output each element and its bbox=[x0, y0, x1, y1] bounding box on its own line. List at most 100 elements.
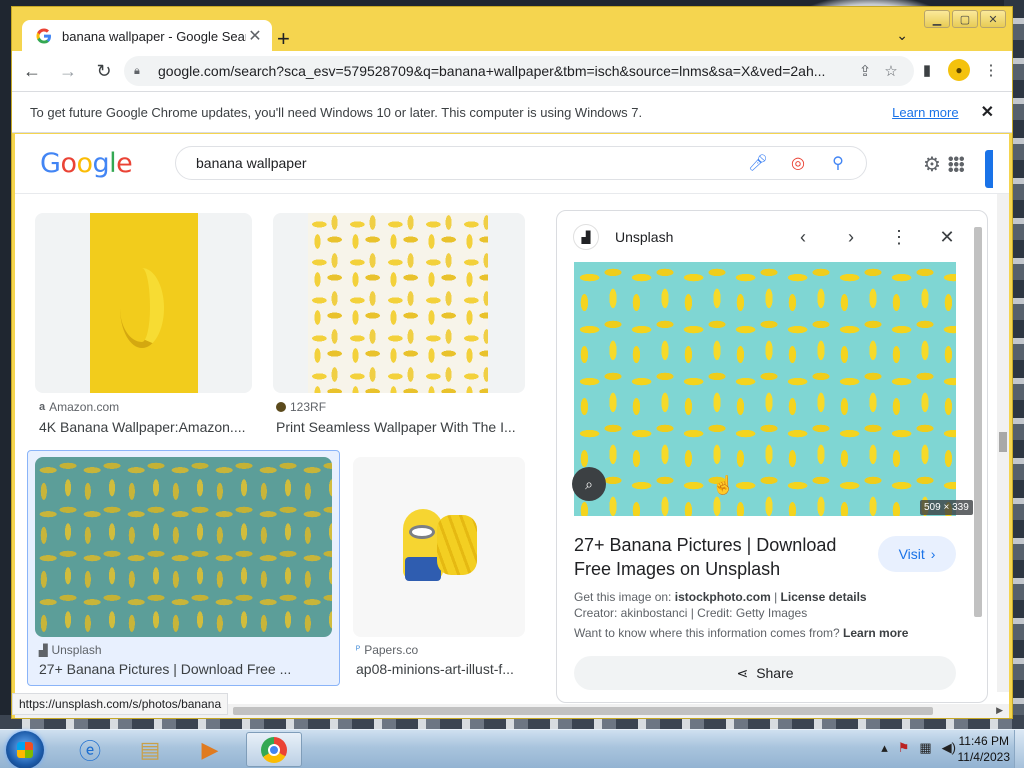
system-tray: ▴ ⚑ ▦ ◀) bbox=[881, 740, 956, 756]
result-thumbnail[interactable] bbox=[35, 457, 332, 637]
back-icon[interactable]: ← bbox=[16, 55, 48, 87]
lock-icon: 🔒︎ bbox=[134, 64, 140, 77]
creator-line: Creator: akinbostanci | Credit: Getty Im… bbox=[574, 606, 808, 620]
infobar-learn-more-link[interactable]: Learn more bbox=[892, 105, 958, 120]
lens-search-icon[interactable]: ◎ bbox=[778, 153, 818, 173]
amazon-icon: a bbox=[39, 401, 46, 413]
license-details-link[interactable]: License details bbox=[781, 590, 867, 604]
media-player-icon[interactable]: ▶ bbox=[182, 732, 238, 767]
settings-gear-icon[interactable]: ⚙ bbox=[923, 152, 941, 177]
menu-kebab-icon[interactable]: ⋮ bbox=[978, 57, 1004, 83]
window-controls: ▁ ▢ ✕ bbox=[924, 10, 1006, 28]
unsplash-icon: ▟ bbox=[39, 644, 48, 657]
papers-co-icon: ᴾ bbox=[356, 644, 361, 656]
internet-explorer-icon[interactable]: ⓔ bbox=[62, 732, 118, 767]
result-source: 123RF bbox=[276, 400, 326, 414]
more-options-icon[interactable]: ⋮ bbox=[875, 227, 923, 248]
panel-source-name[interactable]: Unsplash bbox=[615, 229, 779, 245]
search-icon[interactable]: ⚲ bbox=[818, 153, 858, 173]
clock-time: 11:46 PM bbox=[958, 734, 1009, 748]
start-button[interactable] bbox=[6, 731, 44, 768]
chrome-window: banana wallpaper - Google Searc ✕ + ⌄ ▁ … bbox=[11, 6, 1013, 719]
result-source: ▟ Unsplash bbox=[39, 643, 102, 657]
next-icon[interactable]: › bbox=[827, 227, 875, 248]
previous-icon[interactable]: ‹ bbox=[779, 227, 827, 248]
lens-search-image-icon[interactable]: ⌕ bbox=[572, 467, 606, 501]
address-bar[interactable]: 🔒︎ google.com/search?sca_esv=579528709&q… bbox=[124, 56, 914, 86]
action-center-flag-icon[interactable]: ⚑ bbox=[898, 740, 910, 756]
image-preview-panel: ▟ Unsplash ‹ › ⋮ ✕ 509 × 339 ⌕ ☝ 27+ Ban… bbox=[556, 210, 988, 703]
preview-image[interactable] bbox=[574, 262, 956, 516]
search-box[interactable]: banana wallpaper 🎤︎ ◎ ⚲ bbox=[175, 146, 867, 180]
result-source: ᴾ Papers.co bbox=[356, 643, 419, 657]
volume-icon[interactable]: ◀) bbox=[942, 740, 956, 756]
infobar-message: To get future Google Chrome updates, you… bbox=[30, 104, 643, 120]
logo-letter: o bbox=[60, 148, 77, 179]
page-content: Google banana wallpaper 🎤︎ ◎ ⚲ ⚙ a Amazon… bbox=[15, 134, 1009, 704]
browser-toolbar: ← → ↻ 🔒︎ google.com/search?sca_esv=57952… bbox=[12, 51, 1012, 91]
mouse-cursor-icon: ☝ bbox=[712, 475, 735, 495]
update-infobar: To get future Google Chrome updates, you… bbox=[12, 91, 1012, 133]
result-source: a Amazon.com bbox=[39, 400, 120, 414]
sign-in-button-edge[interactable] bbox=[985, 150, 993, 188]
maximize-icon[interactable]: ▢ bbox=[952, 10, 978, 28]
profile-avatar[interactable]: ● bbox=[948, 59, 970, 81]
tab-title: banana wallpaper - Google Searc bbox=[62, 28, 246, 44]
browser-tab[interactable]: banana wallpaper - Google Searc ✕ bbox=[22, 20, 272, 52]
tab-search-chevron-icon[interactable]: ⌄ bbox=[896, 27, 908, 44]
share-button[interactable]: ⋖ Share bbox=[574, 656, 956, 690]
google-header: Google banana wallpaper 🎤︎ ◎ ⚲ ⚙ bbox=[15, 134, 1009, 194]
tab-close-icon[interactable]: ✕ bbox=[246, 26, 264, 46]
panel-scrollbar[interactable] bbox=[973, 227, 983, 697]
toolbar-right: ▮ ● ⋮ bbox=[914, 57, 1004, 83]
chrome-taskbar-icon[interactable] bbox=[246, 732, 302, 767]
side-panel-icon[interactable]: ▮ bbox=[914, 57, 940, 83]
status-bubble-url: https://unsplash.com/s/photos/banana bbox=[12, 693, 229, 715]
network-icon[interactable]: ▦ bbox=[919, 740, 931, 756]
window-close-icon[interactable]: ✕ bbox=[980, 10, 1006, 28]
minimize-icon[interactable]: ▁ bbox=[924, 10, 950, 28]
result-title[interactable]: 4K Banana Wallpaper:Amazon.... bbox=[39, 419, 261, 435]
panel-title[interactable]: 27+ Banana Pictures | Download Free Imag… bbox=[574, 533, 854, 581]
google-logo[interactable]: Google bbox=[40, 148, 133, 179]
result-title[interactable]: 27+ Banana Pictures | Download Free ... bbox=[39, 661, 299, 677]
result-title[interactable]: ap08-minions-art-illust-f... bbox=[356, 661, 526, 677]
close-panel-icon[interactable]: ✕ bbox=[923, 227, 971, 248]
image-dimensions: 509 × 339 bbox=[920, 500, 973, 515]
file-explorer-icon[interactable]: ▤ bbox=[122, 732, 178, 767]
new-tab-icon[interactable]: + bbox=[277, 26, 290, 52]
learn-more-link[interactable]: Learn more bbox=[843, 626, 908, 640]
result-thumbnail[interactable] bbox=[273, 213, 525, 393]
windows-taskbar: ⓔ ▤ ▶ ▴ ⚑ ▦ ◀) 11:46 PM 11/4/2023 bbox=[0, 729, 1024, 768]
google-favicon-icon bbox=[36, 28, 52, 44]
result-thumbnail[interactable] bbox=[353, 457, 525, 637]
result-title[interactable]: Print Seamless Wallpaper With The I... bbox=[276, 419, 521, 435]
page-scrollbar[interactable] bbox=[997, 194, 1009, 692]
show-desktop-button[interactable] bbox=[1014, 730, 1024, 768]
logo-letter: e bbox=[116, 148, 133, 179]
forward-icon[interactable]: → bbox=[52, 55, 84, 87]
google-apps-icon[interactable] bbox=[948, 156, 964, 172]
get-image-line: Get this image on: istockphoto.com | Lic… bbox=[574, 590, 867, 604]
panel-header: ▟ Unsplash ‹ › ⋮ ✕ bbox=[557, 211, 987, 263]
bookmark-star-icon[interactable]: ☆ bbox=[878, 62, 904, 80]
share-page-icon[interactable]: ⇪ bbox=[852, 62, 878, 80]
tab-strip: banana wallpaper - Google Searc ✕ + ⌄ ▁ … bbox=[12, 7, 1012, 52]
result-thumbnail[interactable] bbox=[35, 213, 252, 393]
istock-link[interactable]: istockphoto.com bbox=[675, 590, 771, 604]
url-text: google.com/search?sca_esv=579528709&q=ba… bbox=[158, 63, 826, 79]
taskbar-clock[interactable]: 11:46 PM 11/4/2023 bbox=[958, 733, 1011, 765]
show-hidden-icons-icon[interactable]: ▴ bbox=[881, 740, 888, 756]
info-source-line: Want to know where this information come… bbox=[574, 626, 909, 640]
logo-letter: G bbox=[40, 148, 61, 179]
logo-letter: o bbox=[76, 148, 93, 179]
reload-icon[interactable]: ↻ bbox=[88, 55, 120, 87]
voice-search-icon[interactable]: 🎤︎ bbox=[738, 153, 778, 173]
search-input[interactable]: banana wallpaper bbox=[196, 155, 738, 171]
123rf-icon bbox=[276, 402, 286, 412]
clock-date: 11/4/2023 bbox=[957, 750, 1011, 764]
logo-letter: g bbox=[92, 148, 110, 179]
visit-button[interactable]: Visit › bbox=[878, 536, 956, 572]
infobar-close-icon[interactable]: ✕ bbox=[981, 102, 994, 122]
unsplash-logo-icon[interactable]: ▟ bbox=[573, 224, 599, 250]
